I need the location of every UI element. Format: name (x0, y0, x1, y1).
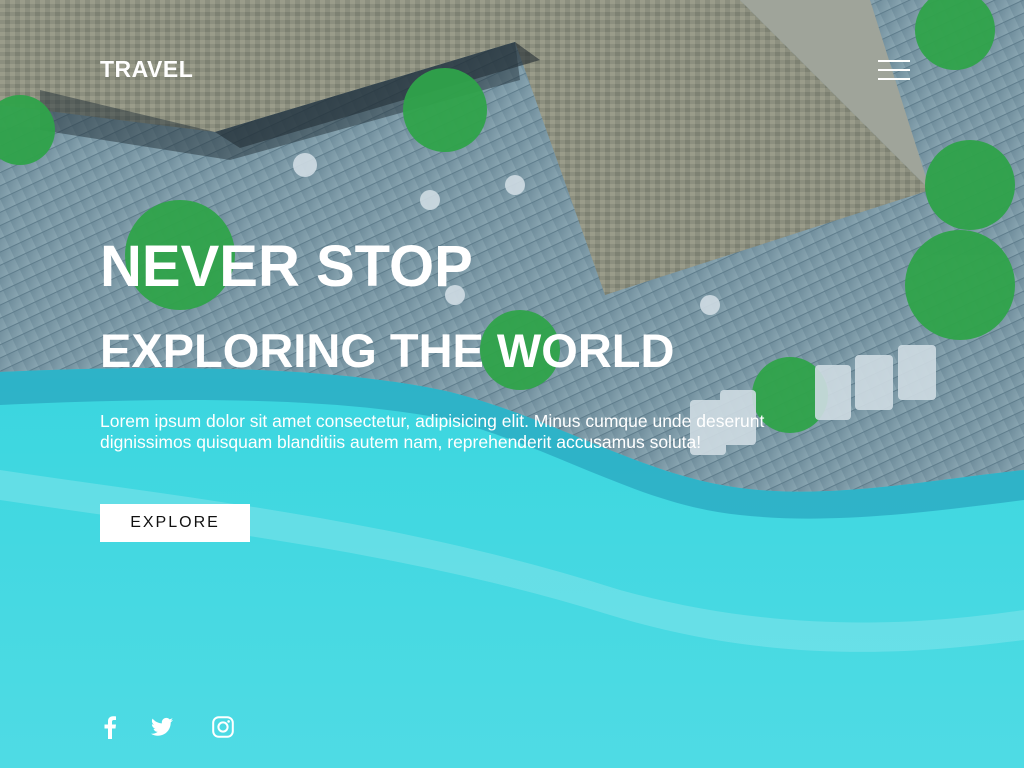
explore-button[interactable]: EXPLORE (100, 504, 250, 542)
hero-background-image (0, 0, 1024, 768)
instagram-icon[interactable] (212, 715, 234, 739)
brand-logo[interactable]: TRAVEL (100, 56, 193, 83)
menu-bar (878, 78, 910, 80)
hamburger-menu-icon[interactable] (878, 58, 910, 82)
hero-section: TRAVEL NEVER STOP EXPLORING THE WORLD Lo… (0, 0, 1024, 768)
hero-title-line-1: NEVER STOP (100, 234, 473, 299)
menu-bar (878, 60, 910, 62)
hero-description: Lorem ipsum dolor sit amet consectetur, … (100, 411, 765, 452)
facebook-icon[interactable] (103, 715, 117, 739)
twitter-icon[interactable] (151, 715, 173, 739)
hero-title-line-2: EXPLORING THE WORLD (100, 324, 675, 377)
menu-bar (878, 69, 910, 71)
